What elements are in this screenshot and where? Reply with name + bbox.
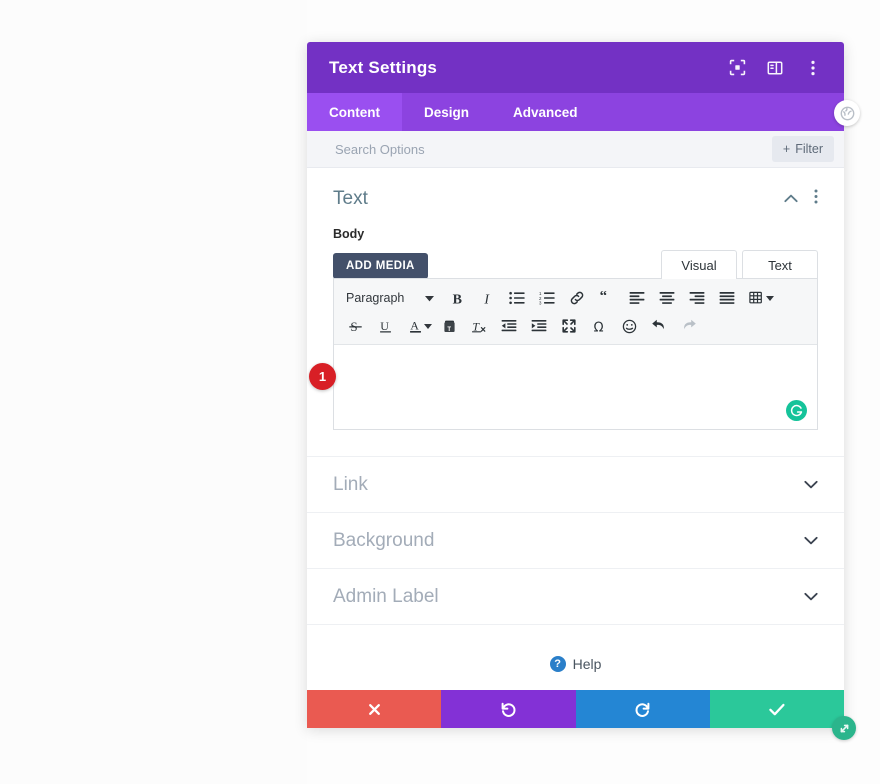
section-background-title: Background xyxy=(333,529,435,551)
chevron-up-icon[interactable] xyxy=(784,190,798,208)
chevron-down-icon[interactable] xyxy=(804,588,818,606)
bulleted-list-icon[interactable] xyxy=(502,284,532,312)
add-media-button[interactable]: ADD MEDIA xyxy=(333,253,428,279)
chevron-down-icon xyxy=(425,291,434,305)
chevron-down-icon[interactable] xyxy=(804,532,818,550)
tab-advanced[interactable]: Advanced xyxy=(491,93,600,131)
section-link-title: Link xyxy=(333,473,368,495)
resize-handle-icon[interactable] xyxy=(832,716,856,740)
svg-text:Ω: Ω xyxy=(593,320,603,334)
plus-icon: + xyxy=(782,142,791,156)
header-actions xyxy=(728,59,822,77)
paste-as-text-icon[interactable]: T xyxy=(434,312,464,340)
section-text: Text Body ADD MEDIA Visual Text 1 Paragr… xyxy=(307,168,844,457)
help-area: ? Help xyxy=(307,625,844,690)
undo-icon[interactable] xyxy=(644,312,674,340)
help-icon: ? xyxy=(549,656,566,672)
modal-footer xyxy=(307,690,856,740)
paragraph-format-select[interactable]: Paragraph xyxy=(340,285,438,311)
editor-toolbar-row-2: S U A xyxy=(340,312,811,340)
section-background[interactable]: Background xyxy=(307,513,844,569)
search-input[interactable] xyxy=(333,140,772,158)
redo-icon[interactable] xyxy=(674,312,704,340)
svg-text:T: T xyxy=(447,327,451,333)
modal-body: Text Body ADD MEDIA Visual Text 1 Paragr… xyxy=(307,168,844,690)
layout-panel-icon[interactable] xyxy=(766,59,784,77)
editor-toolbar-row-1: Paragraph B I 1 2 3 “ xyxy=(340,284,811,312)
emoji-icon[interactable] xyxy=(614,312,644,340)
page-backdrop-left xyxy=(0,0,307,784)
help-button[interactable]: ? Help xyxy=(549,656,602,672)
align-right-icon[interactable] xyxy=(682,284,712,312)
clear-formatting-icon[interactable]: T xyxy=(464,312,494,340)
svg-text:U: U xyxy=(380,319,389,333)
editor-mode-tabs: Visual Text xyxy=(661,250,818,279)
svg-text:3: 3 xyxy=(539,300,542,305)
section-link[interactable]: Link xyxy=(307,457,844,513)
wysiwyg-editor: 1 Paragraph B I 1 2 3 “ U A T T Ω xyxy=(309,278,818,430)
text-color-chevron-down-icon[interactable] xyxy=(424,317,432,335)
close-circle-icon[interactable] xyxy=(834,100,860,126)
editor-tab-text[interactable]: Text xyxy=(742,250,818,279)
align-justify-icon[interactable] xyxy=(712,284,742,312)
body-field-label: Body xyxy=(333,227,365,241)
fullscreen-icon[interactable] xyxy=(554,312,584,340)
link-icon[interactable] xyxy=(562,284,592,312)
section-admin-label-title: Admin Label xyxy=(333,585,439,607)
help-label: Help xyxy=(572,656,602,672)
save-button[interactable] xyxy=(709,690,844,728)
modal-header: Text Settings xyxy=(307,42,844,93)
modal-tabs: Content Design Advanced xyxy=(307,93,860,131)
paragraph-format-value: Paragraph xyxy=(346,291,405,305)
editor-top-bar: ADD MEDIA Visual Text xyxy=(333,250,818,279)
tab-content[interactable]: Content xyxy=(307,93,402,131)
step-badge-1: 1 xyxy=(309,363,336,390)
more-vertical-icon[interactable] xyxy=(804,59,822,77)
editor-toolbar: Paragraph B I 1 2 3 “ U A T T Ω xyxy=(334,279,817,345)
indent-icon[interactable] xyxy=(524,312,554,340)
grammarly-icon[interactable] xyxy=(786,400,807,421)
numbered-list-icon[interactable]: 1 2 3 xyxy=(532,284,562,312)
strikethrough-icon[interactable]: S xyxy=(340,312,370,340)
svg-text:I: I xyxy=(483,292,490,306)
redo-button[interactable] xyxy=(575,690,710,728)
italic-icon[interactable]: I xyxy=(472,284,502,312)
svg-text:A: A xyxy=(410,319,419,332)
align-left-icon[interactable] xyxy=(622,284,652,312)
underline-icon[interactable]: U xyxy=(370,312,400,340)
bold-icon[interactable]: B xyxy=(442,284,472,312)
table-chevron-down-icon[interactable] xyxy=(766,289,774,307)
filter-button-label: Filter xyxy=(795,142,823,156)
editor-tab-visual[interactable]: Visual xyxy=(661,250,737,279)
tab-design[interactable]: Design xyxy=(402,93,491,131)
text-settings-modal: Text Settings Content Design Advanced Se… xyxy=(307,42,860,740)
svg-text:“: “ xyxy=(600,291,608,305)
cancel-button[interactable] xyxy=(307,690,442,728)
fullscreen-target-icon[interactable] xyxy=(728,59,746,77)
align-center-icon[interactable] xyxy=(652,284,682,312)
search-options-bar: + Filter xyxy=(307,131,844,168)
section-text-header[interactable]: Text xyxy=(333,188,818,210)
page-title: Text Settings xyxy=(329,57,438,77)
section-admin-label[interactable]: Admin Label xyxy=(307,569,844,625)
svg-text:B: B xyxy=(452,292,461,306)
more-vertical-icon[interactable] xyxy=(814,189,818,209)
chevron-down-icon[interactable] xyxy=(804,476,818,494)
undo-button[interactable] xyxy=(441,690,576,728)
section-text-title: Text xyxy=(333,188,368,209)
editor-content-area[interactable] xyxy=(334,345,817,429)
outdent-icon[interactable] xyxy=(494,312,524,340)
filter-button[interactable]: + Filter xyxy=(771,136,834,162)
blockquote-icon[interactable]: “ xyxy=(592,284,622,312)
special-character-icon[interactable]: Ω xyxy=(584,312,614,340)
section-text-actions xyxy=(784,189,818,209)
